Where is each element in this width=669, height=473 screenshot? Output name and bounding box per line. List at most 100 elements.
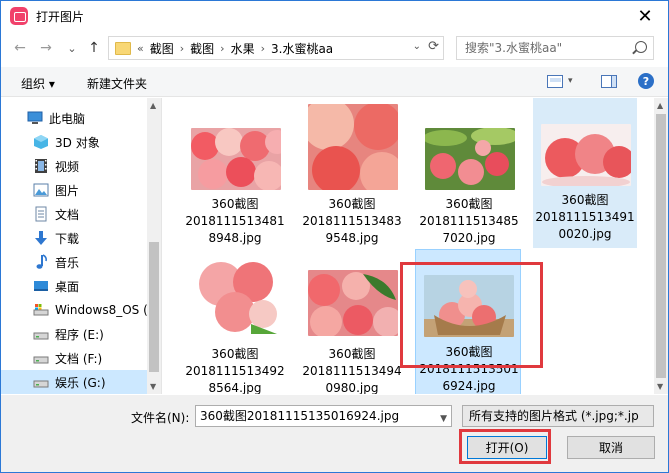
file-tile[interactable]: 360截图 2018111513485 7020.jpg <box>417 100 521 250</box>
filename-label: 文件名(N): <box>131 411 190 425</box>
breadcrumb-separator-icon[interactable]: › <box>261 42 265 55</box>
nav-item-pictures[interactable]: 图片 <box>1 178 148 202</box>
dialog-footer: 文件名(N): 360截图20181115135016924.jpg ▼ 所有支… <box>1 395 668 472</box>
file-name-line: 2018111513481 <box>185 214 285 228</box>
nav-item-downloads[interactable]: 下载 <box>1 226 148 250</box>
desktop-icon <box>34 281 48 291</box>
filename-chevron-down-icon[interactable]: ▼ <box>440 409 447 429</box>
file-name: 360截图 2018111513494 0980.jpg <box>300 346 404 394</box>
file-name-line: 360截图 <box>211 347 259 361</box>
view-chevron-down-icon[interactable]: ▾ <box>568 76 573 86</box>
nav-item-desktop[interactable]: 桌面 <box>1 274 148 298</box>
file-name: 360截图 2018111513483 9548.jpg <box>300 196 404 247</box>
filename-value: 360截图20181115135016924.jpg <box>200 409 400 423</box>
drive-c-icon <box>33 304 49 316</box>
app-picture-icon <box>10 7 28 25</box>
scroll-up-icon[interactable]: ▲ <box>657 101 663 110</box>
file-tile[interactable]: 360截图 2018111513491 0020.jpg <box>533 98 637 248</box>
documents-icon <box>35 206 47 222</box>
address-bar[interactable]: « 截图 › 截图 › 水果 › 3.水蜜桃aa ⌄ ⟳ <box>108 36 444 60</box>
nav-item-drive-g[interactable]: 娱乐 (G:) <box>1 370 148 394</box>
nav-item-label: 视频 <box>55 159 80 174</box>
nav-item-label: 音乐 <box>55 255 80 270</box>
change-view-icon[interactable] <box>547 75 563 88</box>
breadcrumb-item[interactable]: 水果 <box>231 40 255 57</box>
file-tile[interactable]: 360截图 2018111513492 8564.jpg <box>183 250 287 394</box>
nav-item-label: 图片 <box>55 183 80 198</box>
scroll-down-icon[interactable]: ▼ <box>150 382 156 391</box>
filename-input[interactable]: 360截图20181115135016924.jpg ▼ <box>195 405 452 427</box>
breadcrumb-separator-icon[interactable]: › <box>220 42 224 55</box>
music-icon <box>36 254 47 269</box>
file-name-line: 8948.jpg <box>208 231 262 245</box>
search-box[interactable] <box>456 36 654 60</box>
file-name-line: 2018111513485 <box>419 214 519 228</box>
file-name: 360截图 2018111513492 8564.jpg <box>183 346 287 394</box>
nav-item-label: 文档 (F:) <box>55 351 103 366</box>
file-list: 360截图 2018111513481 8948.jpg 360截图 20181115… <box>163 98 654 394</box>
nav-item-documents[interactable]: 文档 <box>1 202 148 226</box>
breadcrumb-item[interactable]: 截图 <box>190 40 214 57</box>
nav-item-label: 桌面 <box>55 279 80 294</box>
file-type-select[interactable]: 所有支持的图片格式 (*.jpg;*.jp <box>462 405 654 427</box>
command-bar: 组织 ▾ 新建文件夹 ▾ ? <box>1 67 668 97</box>
file-name-line: 2018111513492 <box>185 364 285 378</box>
download-icon <box>35 231 47 245</box>
back-arrow-icon[interactable]: ← <box>11 38 29 58</box>
cancel-button[interactable]: 取消 <box>567 436 655 459</box>
preview-pane-icon[interactable] <box>601 75 617 88</box>
open-image-dialog: 打开图片 ✕ ← → ⌄ ↑ « 截图 › 截图 › 水果 › 3.水蜜桃aa … <box>0 0 669 473</box>
nav-scrollbar[interactable]: ▲ ▼ <box>147 98 161 394</box>
file-name-line: 360截图 <box>328 197 376 211</box>
file-name-line: 2018111513494 <box>302 364 402 378</box>
breadcrumb-overflow-icon[interactable]: « <box>137 42 144 55</box>
file-tile[interactable]: 360截图 2018111513483 9548.jpg <box>300 100 404 250</box>
up-arrow-icon[interactable]: ↑ <box>85 38 103 58</box>
new-folder-button[interactable]: 新建文件夹 <box>87 75 147 92</box>
breadcrumb-separator-icon[interactable]: › <box>180 42 184 55</box>
help-icon[interactable]: ? <box>638 73 654 89</box>
scroll-up-icon[interactable]: ▲ <box>150 101 156 110</box>
file-name: 360截图 2018111513481 8948.jpg <box>183 196 287 247</box>
nav-item-drive-e[interactable]: 程序 (E:) <box>1 322 148 346</box>
peach-thumbnail-image <box>191 254 281 336</box>
forward-arrow-icon[interactable]: → <box>37 38 55 58</box>
breadcrumb-item[interactable]: 截图 <box>150 40 174 57</box>
nav-item-music[interactable]: 音乐 <box>1 250 148 274</box>
refresh-icon[interactable]: ⟳ <box>428 39 439 54</box>
file-tile[interactable]: 360截图 2018111513494 0980.jpg <box>300 250 404 394</box>
pictures-icon <box>33 183 49 197</box>
file-tile[interactable]: 360截图 2018111513481 8948.jpg <box>183 100 287 250</box>
close-button[interactable]: ✕ <box>622 1 668 31</box>
address-chevron-down-icon[interactable]: ⌄ <box>413 41 421 52</box>
file-name-line: 6924.jpg <box>442 379 496 393</box>
peach-thumbnail-image <box>541 124 631 186</box>
nav-item-this-pc[interactable]: 此电脑 <box>1 106 148 130</box>
peach-thumbnail-image <box>191 128 281 190</box>
breadcrumb-item[interactable]: 3.水蜜桃aa <box>271 40 333 57</box>
nav-item-label: 此电脑 <box>49 111 86 126</box>
file-name-line: 0980.jpg <box>325 381 379 394</box>
nav-item-videos[interactable]: 视频 <box>1 154 148 178</box>
file-name-line: 2018111513483 <box>302 214 402 228</box>
recent-locations-chevron-down-icon[interactable]: ⌄ <box>63 38 81 58</box>
nav-item-drive-f[interactable]: 文档 (F:) <box>1 346 148 370</box>
drive-icon <box>33 332 49 340</box>
open-button-annotation-box <box>459 429 551 464</box>
file-name-line: 360截图 <box>561 193 609 207</box>
organize-menu-button[interactable]: 组织 ▾ <box>21 75 55 92</box>
search-icon[interactable] <box>635 41 647 53</box>
video-icon <box>35 159 47 173</box>
scroll-down-icon[interactable]: ▼ <box>657 382 663 391</box>
highlight-annotation-box <box>400 262 543 368</box>
file-list-scrollbar-thumb[interactable] <box>656 114 666 378</box>
nav-item-3d-objects[interactable]: 3D 对象 <box>1 130 148 154</box>
nav-item-drive-c[interactable]: Windows8_OS (C <box>1 298 148 322</box>
address-row: ← → ⌄ ↑ « 截图 › 截图 › 水果 › 3.水蜜桃aa ⌄ ⟳ <box>1 35 668 61</box>
window-title: 打开图片 <box>36 9 85 24</box>
file-name-line: 9548.jpg <box>325 231 379 245</box>
search-input[interactable] <box>465 38 635 58</box>
nav-scrollbar-thumb[interactable] <box>149 242 159 372</box>
file-name-line: 0020.jpg <box>558 227 612 241</box>
file-list-scrollbar[interactable]: ▲ ▼ <box>654 98 668 394</box>
